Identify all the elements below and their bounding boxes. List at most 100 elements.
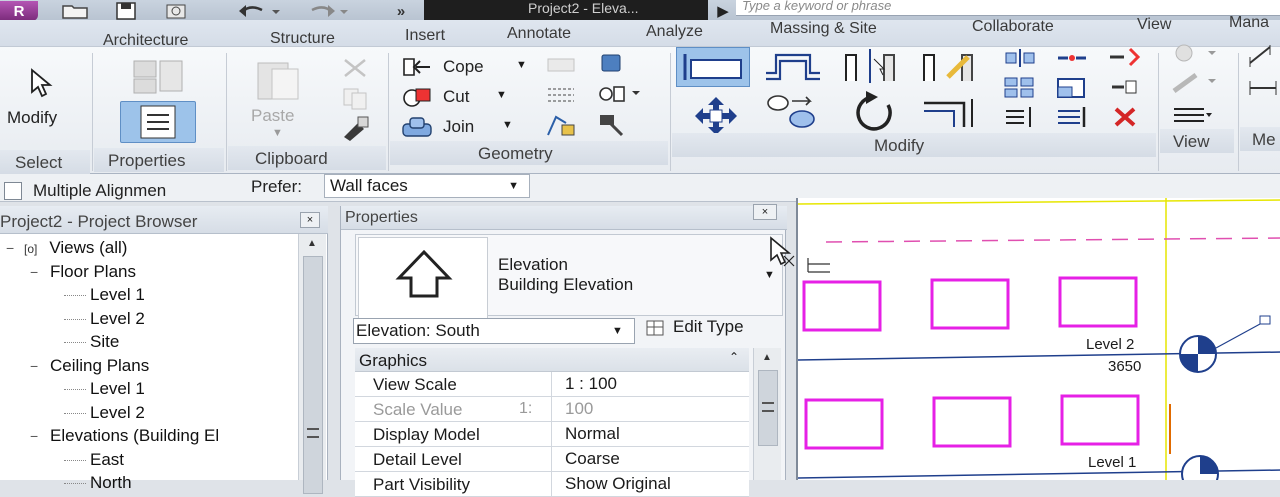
- window-element[interactable]: [1060, 394, 1140, 446]
- level-2-elevation[interactable]: 3650: [1108, 358, 1141, 375]
- tree-item[interactable]: − Floor Plans: [30, 262, 136, 282]
- qat-overflow-button[interactable]: »: [388, 1, 414, 21]
- delete-icon[interactable]: [1110, 103, 1140, 134]
- property-value[interactable]: 1 : 100: [565, 374, 617, 394]
- property-row[interactable]: Display Model Normal: [355, 422, 749, 447]
- tree-item[interactable]: − Ceiling Plans: [30, 356, 149, 376]
- select-panel-title[interactable]: Select: [15, 153, 62, 173]
- cut-dropdown-icon[interactable]: ▼: [496, 89, 507, 101]
- tab-collaborate[interactable]: Collaborate: [972, 18, 1054, 36]
- tree-item[interactable]: Level 1: [64, 285, 145, 305]
- edit-type-button[interactable]: Edit Type: [641, 316, 781, 342]
- join-icon[interactable]: [400, 115, 434, 144]
- unpin-icon[interactable]: [1108, 75, 1142, 104]
- close-icon[interactable]: ×: [753, 204, 777, 220]
- tree-expander-icon[interactable]: −: [6, 240, 20, 256]
- scrollbar-thumb[interactable]: [303, 256, 323, 494]
- collapse-icon[interactable]: ⌃: [729, 350, 739, 364]
- tree-item[interactable]: Level 2: [64, 403, 145, 423]
- undo-icon[interactable]: [234, 1, 284, 21]
- pin-icon[interactable]: [1106, 45, 1144, 74]
- project-browser-scrollbar[interactable]: ▲: [298, 234, 326, 494]
- tab-manage[interactable]: Mana: [1229, 14, 1269, 32]
- cut-geometry-icon[interactable]: [400, 85, 434, 114]
- infocenter-arrow-icon[interactable]: ▶: [712, 1, 734, 21]
- hammer-icon[interactable]: [596, 111, 628, 142]
- override-graphics-icon[interactable]: [1170, 69, 1220, 100]
- trim-single-icon[interactable]: [1054, 103, 1090, 134]
- tree-item[interactable]: North: [64, 473, 132, 493]
- tree-expander-icon[interactable]: −: [30, 428, 44, 444]
- tab-analyze[interactable]: Analyze: [646, 23, 703, 41]
- modify-cursor-icon[interactable]: [26, 67, 58, 104]
- redo-icon[interactable]: [300, 1, 350, 21]
- property-row[interactable]: Part Visibility Show Original: [355, 472, 749, 497]
- rotate-icon[interactable]: [842, 91, 902, 138]
- linework-icon[interactable]: [1172, 103, 1212, 130]
- prefer-dropdown[interactable]: Wall faces ▼: [324, 174, 530, 198]
- tree-item[interactable]: East: [64, 450, 124, 470]
- leader-grip-icon[interactable]: [1259, 315, 1271, 325]
- open-icon[interactable]: [58, 1, 94, 21]
- paste-button-label[interactable]: Paste: [251, 106, 294, 126]
- cut-label[interactable]: Cut: [443, 87, 469, 107]
- tree-item[interactable]: Level 2: [64, 309, 145, 329]
- tree-expander-icon[interactable]: −: [30, 264, 44, 280]
- properties-scrollbar[interactable]: ▲: [753, 348, 781, 480]
- dimension-icon[interactable]: [1246, 77, 1280, 104]
- multiple-alignment-checkbox[interactable]: [4, 182, 22, 200]
- property-row[interactable]: Detail Level Coarse: [355, 447, 749, 472]
- drawing-area[interactable]: Level 2 3650 Level 1: [796, 198, 1280, 480]
- modify-panel-title[interactable]: Modify: [874, 136, 924, 156]
- demolish-icon[interactable]: [596, 51, 628, 82]
- align-small-icon[interactable]: [1002, 47, 1038, 74]
- chevron-down-icon[interactable]: ▼: [764, 269, 775, 281]
- save-icon[interactable]: [108, 1, 144, 21]
- split-face-icon[interactable]: [544, 83, 578, 112]
- tab-insert[interactable]: Insert: [405, 27, 445, 45]
- join-label[interactable]: Join: [443, 117, 474, 137]
- properties-button[interactable]: [120, 101, 196, 143]
- tree-expander-icon[interactable]: −: [30, 358, 44, 374]
- view-panel-title[interactable]: View: [1173, 132, 1210, 152]
- paste-dropdown-icon[interactable]: ▼: [272, 127, 283, 139]
- geometry-panel-title[interactable]: Geometry: [478, 144, 553, 164]
- property-value[interactable]: Normal: [565, 424, 620, 444]
- scroll-up-icon[interactable]: ▲: [762, 352, 772, 363]
- tree-item[interactable]: − [o] Views (all): [6, 238, 127, 258]
- join-dropdown-icon[interactable]: ▼: [502, 119, 513, 131]
- graphics-group-header[interactable]: Graphics ⌃: [355, 348, 749, 372]
- window-element[interactable]: [930, 278, 1010, 330]
- cope-dropdown-icon[interactable]: ▼: [516, 59, 527, 71]
- app-menu-button[interactable]: R: [0, 1, 38, 21]
- cope-label[interactable]: Cope: [443, 57, 484, 77]
- mirror-draw-axis-icon[interactable]: [918, 47, 982, 90]
- property-row[interactable]: View Scale 1 : 100: [355, 372, 749, 397]
- trim-extend-icon[interactable]: [920, 93, 984, 138]
- properties-panel-title[interactable]: Properties: [108, 151, 185, 171]
- copy-elements-icon[interactable]: [762, 93, 826, 138]
- window-element[interactable]: [804, 398, 884, 450]
- property-row[interactable]: 1: Scale Value 100: [355, 397, 749, 422]
- paste-icon[interactable]: [252, 55, 306, 108]
- paint-icon[interactable]: [544, 113, 578, 144]
- split-element-icon[interactable]: [1054, 47, 1090, 74]
- array-icon[interactable]: [1002, 75, 1038, 104]
- tree-item[interactable]: Site: [64, 332, 119, 352]
- mirror-pick-axis-icon[interactable]: [840, 47, 900, 90]
- sync-icon[interactable]: [158, 1, 194, 21]
- cope-icon[interactable]: [400, 55, 434, 84]
- level-2-label[interactable]: Level 2: [1086, 336, 1134, 353]
- window-element[interactable]: [932, 396, 1012, 448]
- scroll-up-icon[interactable]: ▲: [307, 238, 317, 249]
- trim-multiple-icon[interactable]: [1002, 103, 1038, 134]
- tab-annotate[interactable]: Annotate: [507, 25, 571, 43]
- modify-button-label[interactable]: Modify: [7, 108, 57, 128]
- align-button[interactable]: [676, 47, 750, 87]
- property-value[interactable]: Coarse: [565, 449, 620, 469]
- property-value[interactable]: Show Original: [565, 474, 671, 494]
- close-icon[interactable]: ×: [300, 212, 320, 228]
- scale-icon[interactable]: [1054, 75, 1090, 104]
- hide-element-icon[interactable]: [1170, 41, 1220, 72]
- measure-panel-title[interactable]: Me: [1252, 130, 1276, 150]
